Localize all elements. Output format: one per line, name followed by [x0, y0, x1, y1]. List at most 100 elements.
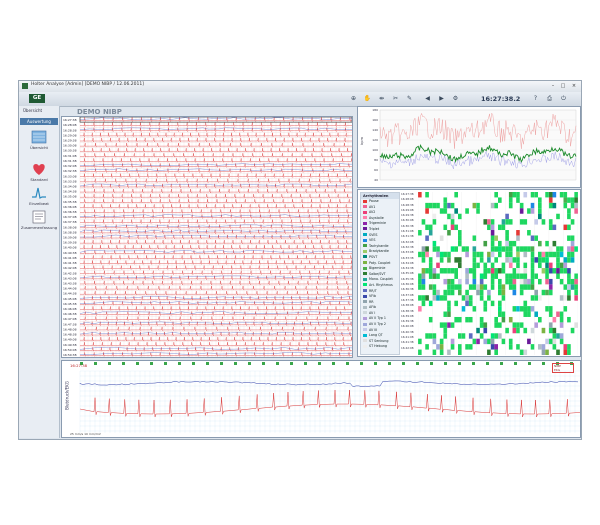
arrhythmia-event-cell[interactable]	[443, 311, 448, 317]
arrhythmia-event-cell[interactable]	[490, 230, 495, 236]
arrhythmia-event-cell[interactable]	[541, 268, 546, 274]
arrhythmia-event-cell[interactable]	[465, 268, 469, 274]
arrhythmia-event-cell[interactable]	[418, 278, 422, 285]
arrhythmia-event-cell[interactable]	[505, 327, 509, 334]
arrhythmia-event-cell[interactable]	[425, 333, 429, 339]
arrhythmia-event-cell[interactable]	[443, 295, 448, 301]
arrhythmia-event-cell[interactable]	[505, 230, 509, 236]
arrhythmia-event-cell[interactable]	[494, 349, 498, 355]
arrhythmia-event-cell[interactable]	[421, 278, 426, 285]
arrhythmia-event-cell[interactable]	[447, 202, 451, 209]
arrhythmia-event-cell[interactable]	[530, 306, 535, 312]
arrhythmia-event-cell[interactable]	[574, 192, 578, 198]
arrhythmia-event-cell[interactable]	[498, 240, 502, 247]
arrhythmia-event-cell[interactable]	[432, 333, 437, 339]
arrhythmia-event-cell[interactable]	[490, 344, 495, 350]
arrhythmia-event-cell[interactable]	[512, 278, 517, 285]
arrhythmia-event-cell[interactable]	[479, 273, 484, 279]
arrhythmia-event-cell[interactable]	[548, 251, 553, 258]
arrhythmia-event-cell[interactable]	[516, 344, 520, 350]
arrhythmia-event-cell[interactable]	[458, 235, 462, 241]
arrhythmia-event-cell[interactable]	[483, 338, 488, 345]
arrhythmia-event-cell[interactable]	[425, 224, 429, 231]
arrhythmia-event-cell[interactable]	[527, 278, 531, 285]
arrhythmia-event-cell[interactable]	[465, 300, 469, 307]
arrhythmia-event-cell[interactable]	[512, 322, 517, 328]
arrhythmia-event-cell[interactable]	[447, 300, 451, 307]
arrhythmia-event-cell[interactable]	[570, 219, 575, 225]
arrhythmia-event-cell[interactable]	[508, 246, 513, 252]
arrhythmia-event-cell[interactable]	[508, 257, 513, 263]
arrhythmia-event-cell[interactable]	[523, 327, 528, 334]
arrhythmia-event-cell[interactable]	[548, 262, 553, 269]
arrhythmia-event-cell[interactable]	[541, 219, 546, 225]
arrhythmia-event-cell[interactable]	[494, 268, 498, 274]
arrhythmia-event-cell[interactable]	[428, 284, 433, 290]
arrhythmia-event-cell[interactable]	[512, 273, 517, 279]
arrhythmia-event-cell[interactable]	[450, 289, 455, 296]
arrhythmia-event-cell[interactable]	[559, 322, 564, 328]
arrhythmia-event-cell[interactable]	[552, 202, 557, 209]
arrhythmia-event-cell[interactable]	[447, 306, 451, 312]
arrhythmia-event-cell[interactable]	[559, 311, 564, 317]
arrhythmia-event-cell[interactable]	[519, 202, 524, 209]
arrhythmia-event-cell[interactable]	[458, 213, 462, 220]
arrhythmia-event-cell[interactable]	[548, 338, 553, 345]
arrhythmia-event-cell[interactable]	[563, 197, 568, 203]
sidebar-item-einzelbeat[interactable]: Einzelbeat	[20, 186, 58, 206]
arrhythmia-event-cell[interactable]	[505, 273, 509, 279]
arrhythmia-event-cell[interactable]	[567, 344, 571, 350]
arrhythmia-event-cell[interactable]	[428, 257, 433, 263]
arrhythmia-event-cell[interactable]	[545, 257, 549, 263]
arrhythmia-event-cell[interactable]	[479, 322, 484, 328]
arrhythmia-event-cell[interactable]	[483, 284, 488, 290]
arrhythmia-event-cell[interactable]	[458, 230, 462, 236]
arrhythmia-event-cell[interactable]	[490, 251, 495, 258]
arrhythmia-event-cell[interactable]	[428, 273, 433, 279]
arrhythmia-event-cell[interactable]	[519, 289, 524, 296]
arrhythmia-event-cell[interactable]	[538, 240, 542, 247]
arrhythmia-event-cell[interactable]	[447, 289, 451, 296]
arrhythmia-event-cell[interactable]	[439, 268, 444, 274]
arrhythmia-event-cell[interactable]	[548, 224, 553, 231]
arrhythmia-event-cell[interactable]	[418, 192, 422, 198]
arrhythmia-event-cell[interactable]	[501, 246, 506, 252]
arrhythmia-event-cell[interactable]	[487, 251, 491, 258]
arrhythmia-event-cell[interactable]	[483, 262, 488, 269]
scissors-icon[interactable]: ✂	[391, 94, 400, 103]
arrhythmia-event-cell[interactable]	[487, 295, 491, 301]
arrhythmia-event-cell[interactable]	[523, 284, 528, 290]
arrhythmia-event-cell[interactable]	[468, 333, 473, 339]
arrhythmia-event-cell[interactable]	[432, 349, 437, 355]
arrhythmia-event-cell[interactable]	[523, 306, 528, 312]
arrhythmia-event-cell[interactable]	[505, 213, 509, 220]
arrhythmia-event-cell[interactable]	[425, 268, 429, 274]
arrhythmia-event-cell[interactable]	[556, 257, 560, 263]
arrhythmia-event-cell[interactable]	[498, 322, 502, 328]
arrhythmia-event-cell[interactable]	[523, 219, 528, 225]
sidebar-item-overview[interactable]: Übersicht	[20, 130, 58, 150]
arrhythmia-event-cell[interactable]	[501, 289, 506, 296]
arrhythmia-event-cell[interactable]	[548, 246, 553, 252]
arrhythmia-event-cell[interactable]	[548, 219, 553, 225]
arrhythmia-event-cell[interactable]	[530, 246, 535, 252]
arrhythmia-event-cell[interactable]	[530, 278, 535, 285]
arrhythmia-event-cell[interactable]	[450, 213, 455, 220]
arrhythmia-event-cell[interactable]	[530, 262, 535, 269]
arrhythmia-event-cell[interactable]	[490, 278, 495, 285]
arrhythmia-event-cell[interactable]	[505, 278, 509, 285]
arrhythmia-event-cell[interactable]	[458, 344, 462, 350]
arrhythmia-event-cell[interactable]	[563, 257, 568, 263]
arrhythmia-event-cell[interactable]	[530, 327, 535, 334]
arrhythmia-event-cell[interactable]	[552, 192, 557, 198]
arrhythmia-event-cell[interactable]	[519, 306, 524, 312]
arrhythmia-event-cell[interactable]	[534, 322, 538, 328]
arrhythmia-event-cell[interactable]	[552, 240, 557, 247]
arrhythmia-event-cell[interactable]	[523, 246, 528, 252]
arrhythmia-event-cell[interactable]	[523, 278, 528, 285]
arrhythmia-event-cell[interactable]	[494, 344, 498, 350]
arrhythmia-event-cell[interactable]	[428, 224, 433, 231]
arrhythmia-event-cell[interactable]	[574, 273, 578, 279]
arrhythmia-event-cell[interactable]	[501, 311, 506, 317]
arrhythmia-event-cell[interactable]	[465, 246, 469, 252]
